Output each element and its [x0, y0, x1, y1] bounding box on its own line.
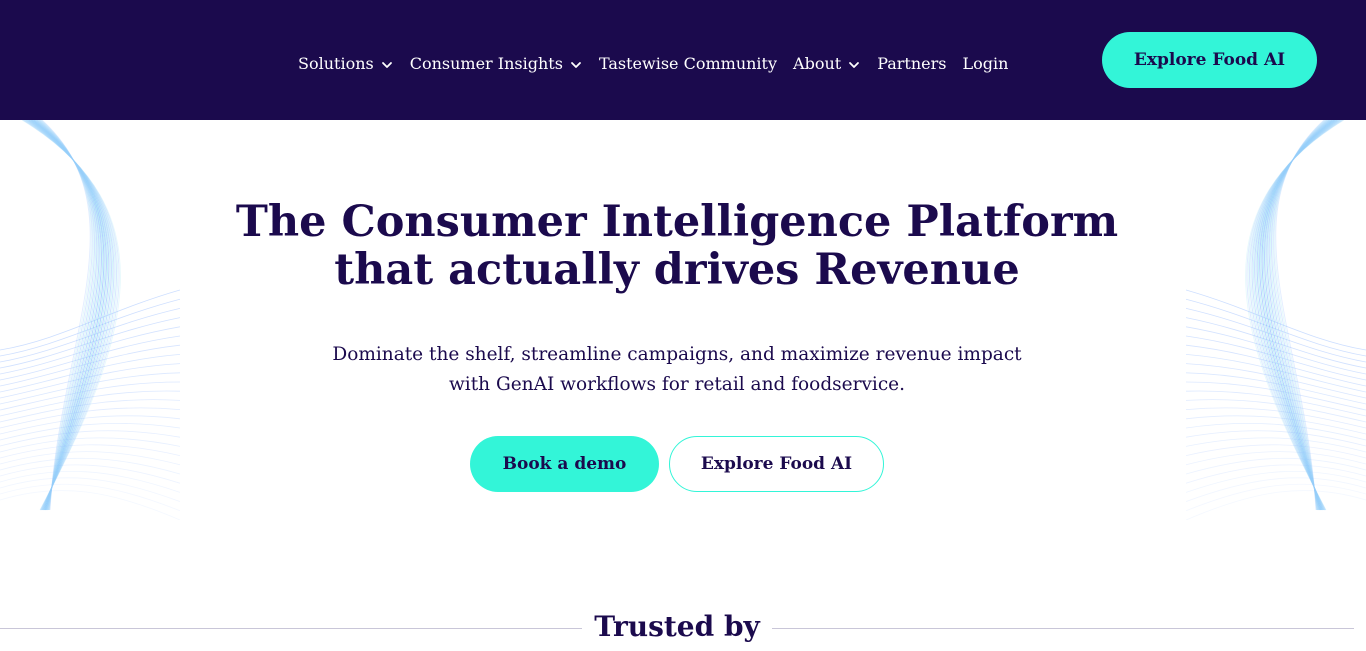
hero-subtitle-line-1: Dominate the shelf, streamline campaigns… [332, 344, 1022, 365]
nav-item-tastewise-community[interactable]: Tastewise Community [599, 54, 777, 73]
nav-item-label: About [793, 53, 842, 73]
divider-right [772, 628, 1354, 629]
hero-subtitle: Dominate the shelf, streamline campaigns… [0, 340, 1354, 400]
chevron-down-icon [571, 61, 581, 68]
nav-item-label: Login [962, 53, 1009, 73]
chevron-down-icon [381, 61, 392, 68]
decorative-wave-right [1186, 120, 1366, 520]
hero-title: The Consumer Intelligence Platform that … [0, 198, 1354, 294]
nav-item-solutions[interactable]: Solutions [298, 54, 394, 73]
trusted-by-heading: Trusted by [594, 610, 760, 643]
top-navbar: Solutions Consumer Insights Tastewise Co… [0, 0, 1366, 120]
nav-item-label: Partners [877, 53, 947, 73]
nav-item-about[interactable]: About [793, 54, 861, 73]
hero-title-line-2: that actually drives Revenue [334, 245, 1020, 295]
nav-item-label: Tastewise Community [598, 53, 778, 73]
decorative-wave-left [0, 120, 180, 520]
hero-subtitle-line-2: with GenAI workflows for retail and food… [448, 374, 906, 395]
divider-left [0, 628, 582, 629]
explore-food-ai-button[interactable]: Explore Food AI [669, 436, 884, 492]
book-demo-button[interactable]: Book a demo [470, 436, 659, 492]
hero-title-line-1: The Consumer Intelligence Platform [235, 197, 1119, 247]
nav-item-label: Consumer Insights [409, 53, 563, 73]
chevron-down-icon [849, 61, 860, 68]
nav-item-partners[interactable]: Partners [877, 54, 946, 73]
nav-item-login[interactable]: Login [962, 54, 1008, 73]
nav-item-label: Solutions [298, 53, 374, 73]
main-nav: Solutions Consumer Insights Tastewise Co… [298, 50, 1008, 76]
nav-item-consumer-insights[interactable]: Consumer Insights [410, 54, 583, 73]
explore-food-ai-header-button[interactable]: Explore Food AI [1102, 32, 1317, 88]
